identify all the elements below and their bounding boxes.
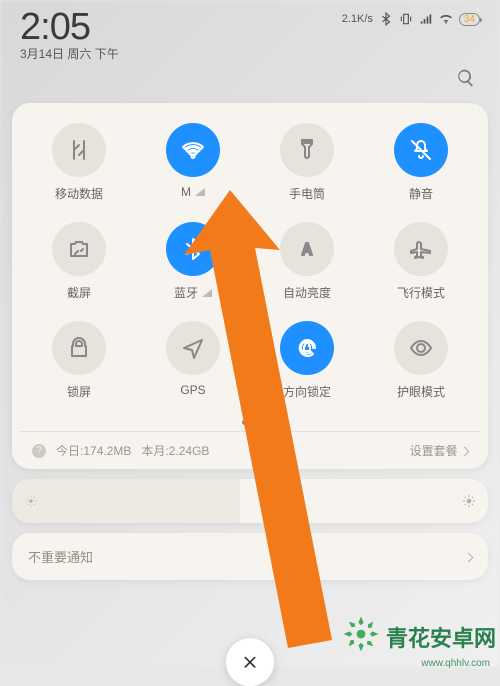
search-icon[interactable] <box>456 68 476 93</box>
tile-label: M <box>181 185 205 199</box>
mute-icon <box>394 123 448 177</box>
wifi-icon <box>166 123 220 177</box>
tile-eye[interactable]: 护眼模式 <box>368 321 474 400</box>
status-date: 3月14日 周六 下午 <box>20 45 119 62</box>
tile-mobile-data[interactable]: 移动数据 <box>26 123 132 202</box>
info-icon: ? <box>32 444 46 458</box>
status-time: 2:05 <box>20 6 119 49</box>
tile-screenshot[interactable]: 截屏 <box>26 222 132 301</box>
unimportant-notifications[interactable]: 不重要通知 <box>12 533 488 580</box>
plan-link[interactable]: 设置套餐 <box>410 442 468 459</box>
wifi-status-icon <box>439 12 453 26</box>
tile-label: 锁屏 <box>67 383 91 400</box>
tile-label: GPS <box>180 383 205 397</box>
gps-icon <box>166 321 220 375</box>
signal-status-icon <box>419 12 433 26</box>
close-button[interactable] <box>226 638 274 686</box>
watermark-url: www.qhhlv.com <box>421 658 490 669</box>
net-speed: 2.1K/s <box>342 13 373 25</box>
screenshot-icon <box>52 222 106 276</box>
mobile-data-icon <box>52 123 106 177</box>
tile-ori-lock[interactable]: 方向锁定 <box>254 321 360 400</box>
eye-icon <box>394 321 448 375</box>
tile-label: 飞行模式 <box>397 284 445 301</box>
tile-wifi[interactable]: M <box>140 123 246 202</box>
battery-status: 34 <box>459 13 480 26</box>
tile-label: 截屏 <box>67 284 91 301</box>
bluetooth-icon <box>166 222 220 276</box>
flashlight-icon <box>280 123 334 177</box>
tile-airplane[interactable]: 飞行模式 <box>368 222 474 301</box>
airplane-icon <box>394 222 448 276</box>
quick-settings-panel: 移动数据 M 手电筒 静音截屏 蓝牙 自动亮度 飞行模式锁屏 GPS 方向锁定 护眼模式 ? 今日… <box>12 103 488 469</box>
tile-gps[interactable]: GPS <box>140 321 246 400</box>
tile-bluetooth[interactable]: 蓝牙 <box>140 222 246 301</box>
status-bar: 2:05 3月14日 周六 下午 2.1K/s 34 <box>6 0 494 64</box>
tile-label: 移动数据 <box>55 185 103 202</box>
bluetooth-status-icon <box>379 12 393 26</box>
close-icon <box>242 654 258 670</box>
brightness-icon <box>280 222 334 276</box>
page-indicator <box>20 410 480 431</box>
tile-flashlight[interactable]: 手电筒 <box>254 123 360 202</box>
data-usage-row[interactable]: ? 今日:174.2MB 本月:2.24GB 设置套餐 <box>20 431 480 463</box>
tile-brightness[interactable]: 自动亮度 <box>254 222 360 301</box>
lock-icon <box>52 321 106 375</box>
status-icons: 2.1K/s 34 <box>342 6 480 26</box>
ori-lock-icon <box>280 321 334 375</box>
tile-label: 自动亮度 <box>283 284 331 301</box>
tile-label: 护眼模式 <box>397 383 445 400</box>
tile-mute[interactable]: 静音 <box>368 123 474 202</box>
tile-label: 蓝牙 <box>174 284 212 301</box>
watermark: 青花安卓网 <box>340 613 496 661</box>
watermark-logo-icon <box>340 613 382 661</box>
chevron-right-icon <box>465 549 472 564</box>
sun-high-icon <box>462 494 476 508</box>
tile-lock[interactable]: 锁屏 <box>26 321 132 400</box>
tile-label: 手电筒 <box>289 185 325 202</box>
vibrate-status-icon <box>399 12 413 26</box>
tile-label: 静音 <box>409 185 433 202</box>
sun-low-icon <box>24 494 38 508</box>
brightness-slider[interactable] <box>12 479 488 523</box>
tile-label: 方向锁定 <box>283 383 331 400</box>
